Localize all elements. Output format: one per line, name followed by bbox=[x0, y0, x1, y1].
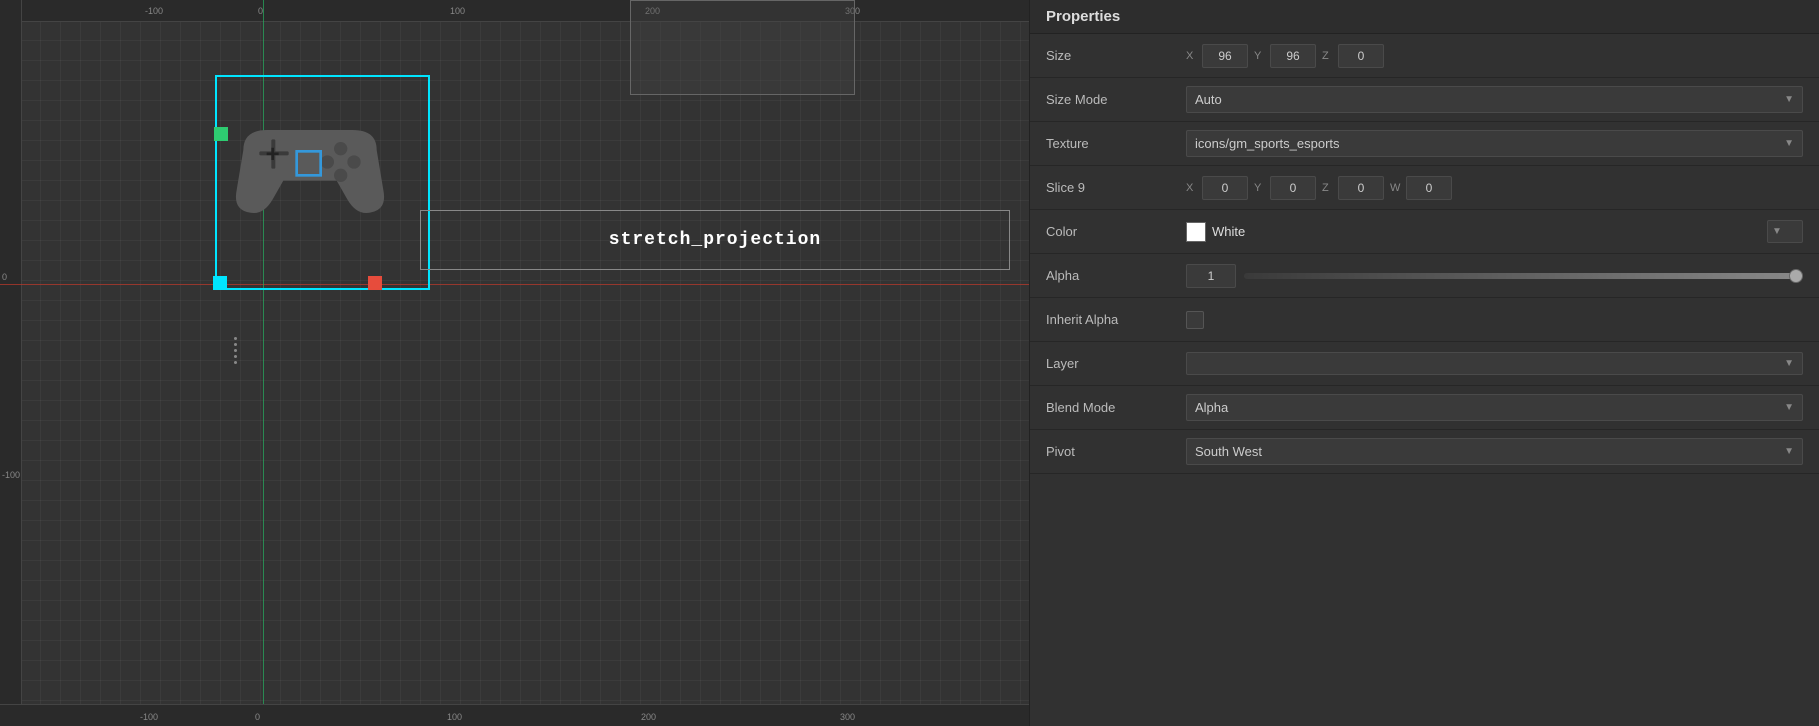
slice9-w-group: W 0 bbox=[1390, 176, 1452, 200]
size-mode-label: Size Mode bbox=[1046, 92, 1186, 107]
size-z-input[interactable]: 0 bbox=[1338, 44, 1384, 68]
alpha-slider-container: 1 bbox=[1186, 264, 1803, 288]
alpha-input[interactable]: 1 bbox=[1186, 264, 1236, 288]
size-label: Size bbox=[1046, 48, 1186, 63]
slice9-y-group: Y 0 bbox=[1254, 176, 1316, 200]
size-y-group: Y 96 bbox=[1254, 44, 1316, 68]
handle-green[interactable] bbox=[214, 127, 228, 141]
prop-row-color: Color White ▼ bbox=[1030, 210, 1819, 254]
blend-mode-label: Blend Mode bbox=[1046, 400, 1186, 415]
size-z-group: Z 0 bbox=[1322, 44, 1384, 68]
size-mode-selected: Auto bbox=[1195, 92, 1222, 107]
prop-row-layer: Layer ▼ bbox=[1030, 342, 1819, 386]
horizontal-axis bbox=[0, 284, 1029, 285]
blend-mode-selected: Alpha bbox=[1195, 400, 1228, 415]
inherit-alpha-value bbox=[1186, 311, 1803, 329]
inherit-alpha-checkbox[interactable] bbox=[1186, 311, 1204, 329]
ruler-top: -100 0 100 200 300 bbox=[0, 0, 1029, 22]
alpha-value: 1 bbox=[1186, 264, 1803, 288]
size-value: X 96 Y 96 Z 0 bbox=[1186, 44, 1803, 68]
slice9-x-group: X 0 bbox=[1186, 176, 1248, 200]
size-y-label: Y bbox=[1254, 50, 1266, 62]
grey-box bbox=[630, 0, 855, 95]
texture-label: Texture bbox=[1046, 136, 1186, 151]
prop-row-slice9: Slice 9 X 0 Y 0 Z 0 W 0 bbox=[1030, 166, 1819, 210]
ruler-label-v0: 0 bbox=[2, 272, 7, 282]
size-x-input[interactable]: 96 bbox=[1202, 44, 1248, 68]
pivot-value: South West ▼ bbox=[1186, 438, 1803, 465]
ruler-label-v-100: -100 bbox=[2, 470, 20, 480]
properties-panel: Properties Size X 96 Y 96 Z 0 Size Mode … bbox=[1029, 0, 1819, 726]
layer-value: ▼ bbox=[1186, 352, 1803, 375]
slice9-value: X 0 Y 0 Z 0 W 0 bbox=[1186, 176, 1803, 200]
ruler-label-100: 100 bbox=[450, 6, 465, 16]
pivot-label: Pivot bbox=[1046, 444, 1186, 459]
blend-mode-dropdown[interactable]: Alpha ▼ bbox=[1186, 394, 1803, 421]
pivot-arrow: ▼ bbox=[1784, 446, 1794, 457]
inherit-alpha-label: Inherit Alpha bbox=[1046, 312, 1186, 327]
size-mode-dropdown[interactable]: Auto ▼ bbox=[1186, 86, 1803, 113]
texture-value: icons/gm_sports_esports ▼ bbox=[1186, 130, 1803, 157]
prop-row-alpha: Alpha 1 bbox=[1030, 254, 1819, 298]
color-dropdown[interactable]: ▼ bbox=[1767, 220, 1803, 243]
slice9-z-input[interactable]: 0 bbox=[1338, 176, 1384, 200]
texture-dropdown[interactable]: icons/gm_sports_esports ▼ bbox=[1186, 130, 1803, 157]
slice9-y-input[interactable]: 0 bbox=[1270, 176, 1316, 200]
size-x-label: X bbox=[1186, 50, 1198, 62]
prop-row-inherit-alpha: Inherit Alpha bbox=[1030, 298, 1819, 342]
alpha-thumb[interactable] bbox=[1789, 269, 1803, 283]
layer-label: Layer bbox=[1046, 356, 1186, 371]
layer-dropdown[interactable]: ▼ bbox=[1186, 352, 1803, 375]
blend-mode-arrow: ▼ bbox=[1784, 402, 1794, 413]
handle-red[interactable] bbox=[368, 276, 382, 290]
canvas-area[interactable]: -100 0 100 200 300 0 -100 + bbox=[0, 0, 1029, 726]
ruler-bottom: -100 0 100 200 300 bbox=[0, 704, 1029, 726]
color-swatch[interactable] bbox=[1186, 222, 1206, 242]
size-mode-value: Auto ▼ bbox=[1186, 86, 1803, 113]
prop-row-pivot: Pivot South West ▼ bbox=[1030, 430, 1819, 474]
color-name: White bbox=[1212, 224, 1761, 239]
prop-row-size: Size X 96 Y 96 Z 0 bbox=[1030, 34, 1819, 78]
pivot-dropdown[interactable]: South West ▼ bbox=[1186, 438, 1803, 465]
slice9-x-label: X bbox=[1186, 182, 1198, 194]
alpha-track[interactable] bbox=[1244, 273, 1803, 279]
ruler-label-neg100: -100 bbox=[145, 6, 163, 16]
svg-text:+: + bbox=[266, 141, 280, 168]
size-x-group: X 96 bbox=[1186, 44, 1248, 68]
color-value: White ▼ bbox=[1186, 220, 1803, 243]
prop-row-size-mode: Size Mode Auto ▼ bbox=[1030, 78, 1819, 122]
blend-mode-value: Alpha ▼ bbox=[1186, 394, 1803, 421]
layer-arrow: ▼ bbox=[1784, 358, 1794, 369]
slice9-y-label: Y bbox=[1254, 182, 1266, 194]
properties-title: Properties bbox=[1030, 0, 1819, 34]
slice9-z-label: Z bbox=[1322, 182, 1334, 194]
panel-resize-handle[interactable] bbox=[231, 320, 239, 380]
size-mode-arrow: ▼ bbox=[1784, 94, 1794, 105]
stretch-projection-label: stretch_projection bbox=[609, 230, 821, 250]
prop-row-texture: Texture icons/gm_sports_esports ▼ bbox=[1030, 122, 1819, 166]
slice9-w-label: W bbox=[1390, 182, 1402, 194]
controller-icon[interactable]: + bbox=[230, 100, 390, 240]
size-y-input[interactable]: 96 bbox=[1270, 44, 1316, 68]
texture-selected: icons/gm_sports_esports bbox=[1195, 136, 1340, 151]
handle-cyan[interactable] bbox=[213, 276, 227, 290]
alpha-label: Alpha bbox=[1046, 268, 1186, 283]
slice9-x-input[interactable]: 0 bbox=[1202, 176, 1248, 200]
slice9-label: Slice 9 bbox=[1046, 180, 1186, 195]
color-label: Color bbox=[1046, 224, 1186, 239]
texture-arrow: ▼ bbox=[1784, 138, 1794, 149]
stretch-projection-rect: stretch_projection bbox=[420, 210, 1010, 270]
ruler-left: 0 -100 bbox=[0, 0, 22, 726]
color-arrow: ▼ bbox=[1772, 226, 1782, 237]
prop-row-blend-mode: Blend Mode Alpha ▼ bbox=[1030, 386, 1819, 430]
slice9-w-input[interactable]: 0 bbox=[1406, 176, 1452, 200]
size-z-label: Z bbox=[1322, 50, 1334, 62]
pivot-selected: South West bbox=[1195, 444, 1262, 459]
slice9-z-group: Z 0 bbox=[1322, 176, 1384, 200]
